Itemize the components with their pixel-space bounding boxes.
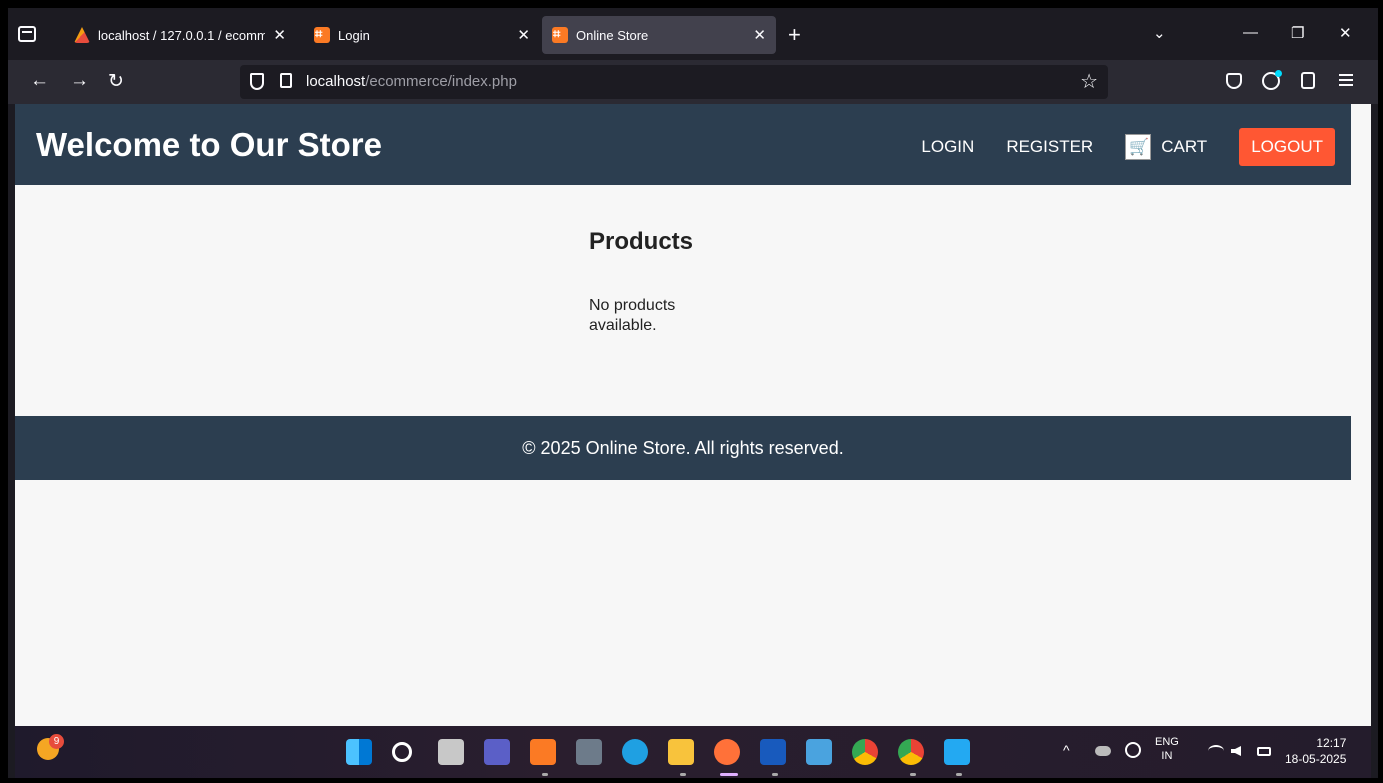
teams-icon[interactable] [484, 739, 510, 765]
clock-time: 12:17 [1316, 736, 1347, 750]
page-content: Welcome to Our Store LOGIN REGISTER CART… [15, 104, 1371, 726]
new-tab-button[interactable]: + [788, 22, 801, 48]
search-icon[interactable] [392, 742, 412, 762]
login-link[interactable]: LOGIN [921, 137, 974, 157]
footer-copyright: © 2025 Online Store. All rights reserved… [522, 437, 844, 458]
tracking-protection-icon[interactable] [250, 73, 264, 90]
url-text[interactable]: localhost/ecommerce/index.php [306, 73, 517, 90]
cart-label: CART [1161, 137, 1208, 156]
phpmyadmin-icon [74, 27, 90, 43]
file-explorer-icon[interactable] [668, 739, 694, 765]
site-header: Welcome to Our Store LOGIN REGISTER CART… [15, 104, 1351, 185]
chrome-profile-icon[interactable] [898, 739, 924, 765]
cart-icon [1125, 134, 1152, 160]
reload-icon[interactable]: ↻ [108, 70, 124, 93]
language-code: ENG [1155, 736, 1179, 748]
language-indicator[interactable]: ENG IN [1155, 735, 1179, 763]
products-heading: Products [589, 228, 694, 255]
chrome-icon[interactable] [852, 739, 878, 765]
url-bar[interactable]: localhost/ecommerce/index.php ☆ [240, 65, 1108, 99]
close-icon[interactable]: ✕ [517, 26, 530, 44]
xampp-taskbar-icon[interactable] [530, 739, 556, 765]
tab-online-store[interactable]: Online Store ✕ [542, 16, 776, 54]
empty-products-message: No products available. [589, 297, 676, 334]
onedrive-icon[interactable] [1095, 746, 1111, 756]
account-notification-dot [1275, 70, 1282, 77]
camera-icon[interactable] [576, 739, 602, 765]
weather-badge: 9 [49, 734, 64, 749]
tab-title: Online Store [576, 27, 649, 43]
taskbar: 9 ^ ENG IN 12:17 18-05-2025 [15, 726, 1371, 778]
page-info-icon[interactable] [280, 73, 292, 88]
wifi-icon[interactable] [1208, 745, 1224, 757]
notepad-icon[interactable] [806, 739, 832, 765]
forward-icon[interactable]: → [70, 70, 89, 92]
edge-icon[interactable] [622, 739, 648, 765]
products-section: Products No products available. [589, 228, 699, 336]
sync-icon[interactable] [1125, 742, 1141, 758]
minimize-button[interactable]: — [1243, 24, 1258, 41]
pocket-icon[interactable] [1226, 73, 1242, 89]
list-all-tabs-icon[interactable]: ⌄ [1153, 24, 1166, 42]
clock[interactable]: 12:17 18-05-2025 [1285, 735, 1346, 767]
task-view-icon[interactable] [438, 739, 464, 765]
running-indicator [772, 773, 778, 776]
windows-start-icon[interactable] [346, 739, 372, 765]
register-link[interactable]: REGISTER [1006, 137, 1093, 157]
restore-button[interactable]: ❐ [1291, 24, 1304, 42]
navigation-toolbar: ← → ↻ localhost/ecommerce/index.php ☆ [8, 60, 1378, 104]
site-footer: © 2025 Online Store. All rights reserved… [15, 416, 1351, 480]
tab-title: Login [338, 27, 370, 43]
tab-phpmyadmin[interactable]: localhost / 127.0.0.1 / ecommer ✕ [64, 16, 296, 54]
back-icon[interactable]: ← [30, 70, 49, 92]
menu-icon[interactable] [1339, 74, 1353, 86]
logout-button[interactable]: LOGOUT [1239, 128, 1335, 166]
window-close-button[interactable]: ✕ [1339, 24, 1352, 42]
volume-icon[interactable] [1231, 746, 1241, 756]
word-icon[interactable] [760, 739, 786, 765]
firefox-icon[interactable] [714, 739, 740, 765]
site-title: Welcome to Our Store [36, 126, 382, 163]
tab-overview-icon[interactable] [18, 26, 36, 42]
chevron-up-icon[interactable]: ^ [1063, 742, 1070, 758]
running-indicator [542, 773, 548, 776]
battery-icon[interactable] [1257, 747, 1271, 756]
clock-date: 18-05-2025 [1285, 752, 1347, 766]
vscode-icon[interactable] [944, 739, 970, 765]
tab-title: localhost / 127.0.0.1 / ecommer [98, 27, 266, 43]
running-indicator [956, 773, 962, 776]
tab-login[interactable]: Login ✕ [304, 16, 540, 54]
browser-window: localhost / 127.0.0.1 / ecommer ✕ Login … [8, 8, 1378, 778]
close-icon[interactable]: ✕ [273, 26, 286, 44]
tab-bar: localhost / 127.0.0.1 / ecommer ✕ Login … [8, 8, 1378, 60]
running-indicator [910, 773, 916, 776]
bookmark-star-icon[interactable]: ☆ [1080, 69, 1098, 94]
active-indicator [720, 773, 738, 776]
xampp-icon [314, 26, 330, 43]
region-code: IN [1161, 750, 1173, 762]
running-indicator [680, 773, 686, 776]
extensions-icon[interactable] [1301, 72, 1315, 89]
close-icon[interactable]: ✕ [753, 26, 766, 44]
xampp-icon [552, 26, 568, 43]
cart-link[interactable]: CART [1125, 134, 1207, 160]
site-nav: LOGIN REGISTER CART LOGOUT [889, 128, 1335, 166]
